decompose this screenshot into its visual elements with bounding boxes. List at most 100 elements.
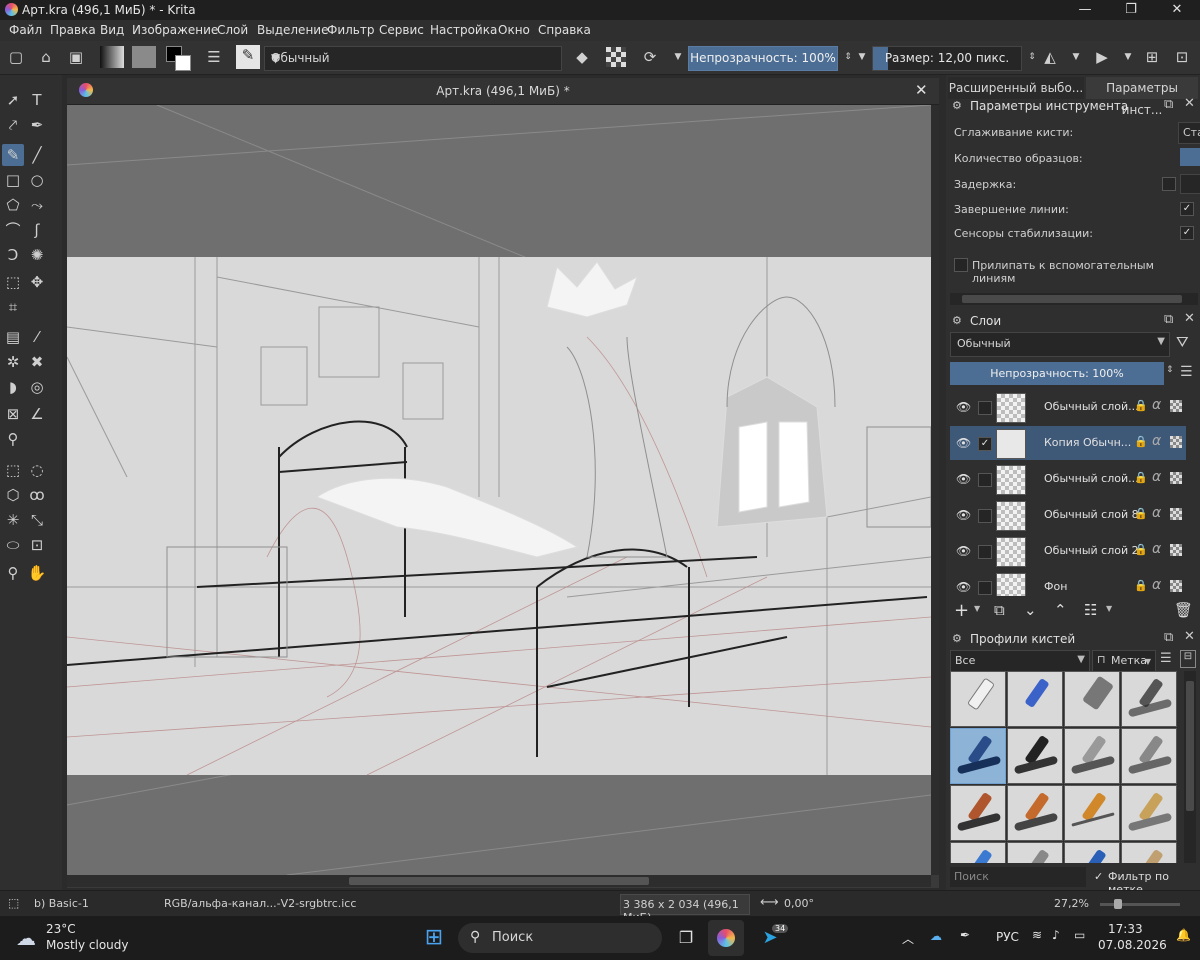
finish-line-checkbox[interactable]: ✓	[1180, 202, 1194, 216]
gradient-preset-icon[interactable]	[100, 46, 124, 68]
freehand-path-icon[interactable]: ʃ	[26, 219, 48, 241]
menu-settings[interactable]: Настройка	[430, 23, 497, 37]
battery-icon[interactable]: ▭	[1074, 928, 1085, 942]
chevron-down-icon[interactable]: ▼	[974, 604, 980, 613]
layer-checkbox[interactable]	[978, 545, 992, 559]
float-panel-icon[interactable]: ⧉	[1164, 312, 1173, 327]
menu-tools[interactable]: Сервис	[379, 23, 424, 37]
menu-window[interactable]: Окно	[498, 23, 530, 37]
zoom-slider-thumb[interactable]	[1114, 899, 1122, 909]
eraser-icon[interactable]: ◆	[572, 47, 592, 67]
delay-checkbox[interactable]	[1162, 177, 1176, 191]
menu-help[interactable]: Справка	[538, 23, 591, 37]
volume-icon[interactable]: ♪	[1052, 928, 1060, 942]
blend-mode-select[interactable]: Обычный ▼	[264, 46, 562, 71]
brush-preset-brush[interactable]	[1007, 785, 1063, 841]
brush-settings-icon[interactable]: ☰	[204, 47, 224, 67]
alpha-icon[interactable]: α	[1152, 469, 1161, 485]
lock-icon[interactable]: 🔒	[1134, 507, 1148, 520]
contiguous-select-icon[interactable]: ✳	[2, 509, 24, 531]
maximize-button[interactable]: ❐	[1108, 0, 1154, 20]
measure-tool-icon[interactable]: ∠	[26, 403, 48, 425]
tab-tool-options[interactable]: Параметры инст...	[1086, 77, 1198, 117]
visibility-eye-icon[interactable]: 👁	[956, 472, 971, 486]
alpha-lock-icon[interactable]	[1170, 436, 1182, 448]
crop-tool-icon[interactable]: ⌗	[2, 296, 24, 318]
clock-time[interactable]: 17:33	[1108, 922, 1143, 936]
brush-tag-select[interactable]: ⊓ Метка ▼	[1092, 650, 1156, 672]
pattern-preset-icon[interactable]	[132, 46, 156, 68]
zoom-slider[interactable]	[1100, 899, 1180, 909]
horizontal-scrollbar[interactable]	[67, 875, 931, 887]
alpha-icon[interactable]: α	[1152, 505, 1161, 521]
visibility-eye-icon[interactable]: 👁	[956, 580, 971, 594]
layer-opacity-spin-icon[interactable]: ⇕	[1166, 365, 1174, 375]
alpha-lock-icon[interactable]	[1170, 472, 1182, 484]
float-panel-icon[interactable]: ⧉	[1164, 97, 1173, 112]
fill-tool-icon[interactable]: ◗	[2, 376, 24, 398]
gradient-tool-icon[interactable]: ▤	[2, 326, 24, 348]
freehand-select-icon[interactable]: ꝏ	[26, 484, 48, 506]
menu-edit[interactable]: Правка	[50, 23, 96, 37]
weather-temp[interactable]: 23°C	[46, 922, 76, 936]
stabilizer-select[interactable]: Ста	[1178, 122, 1200, 144]
enclose-fill-icon[interactable]: ◎	[26, 376, 48, 398]
brush-preset-blur[interactable]	[1007, 671, 1063, 727]
size-spin-icon[interactable]: ⇕	[1022, 47, 1042, 67]
visibility-eye-icon[interactable]: 👁	[956, 400, 971, 414]
layer-blend-select[interactable]: Обычный ▼	[950, 332, 1170, 357]
visibility-eye-icon[interactable]: 👁	[956, 544, 971, 558]
open-folder-icon[interactable]: ⌂	[36, 47, 56, 67]
alpha-lock-icon[interactable]	[1170, 544, 1182, 556]
view-menu-icon[interactable]: ☰	[1160, 651, 1172, 666]
brush-preset-marker[interactable]	[1007, 728, 1063, 784]
menu-filter[interactable]: Фильтр	[327, 23, 374, 37]
layer-row[interactable]: 👁 Обычный слой 2 🔒 α	[950, 534, 1186, 568]
brush-preset-wood[interactable]	[1121, 842, 1177, 863]
layer-row[interactable]: 👁 Обычный слой... 🔒 α	[950, 390, 1186, 424]
delay-input[interactable]	[1180, 174, 1200, 194]
new-document-icon[interactable]: ▢	[6, 47, 26, 67]
lock-icon[interactable]: 🔒	[1134, 399, 1148, 412]
layer-checkbox[interactable]: ✓	[978, 437, 992, 451]
alpha-icon[interactable]: α	[1152, 433, 1161, 449]
layer-row[interactable]: 👁 Обычный слой 8 🔒 α	[950, 498, 1186, 532]
save-icon[interactable]: ▣	[66, 47, 86, 67]
taskbar-search[interactable]: ⚲ Поиск	[458, 923, 662, 953]
chevron-down-icon[interactable]: ▼	[1066, 47, 1086, 67]
edit-shapes-icon[interactable]: ⤤	[2, 114, 24, 136]
language-indicator[interactable]: РУС	[996, 930, 1019, 944]
alpha-icon[interactable]: α	[1152, 577, 1161, 593]
close-panel-icon[interactable]: ✕	[1184, 311, 1195, 326]
mirror-vertical-icon[interactable]: ▶	[1092, 47, 1112, 67]
notification-bell-icon[interactable]: 🔔	[1176, 928, 1191, 942]
alpha-icon[interactable]: α	[1152, 541, 1161, 557]
weather-desc[interactable]: Mostly cloudy	[46, 938, 129, 952]
layer-checkbox[interactable]	[978, 401, 992, 415]
chevron-down-icon[interactable]: ▼	[668, 47, 688, 67]
brush-preset-pencil[interactable]	[1064, 728, 1120, 784]
wifi-icon[interactable]: ≋	[1032, 928, 1042, 942]
magnetic-select-icon[interactable]: ⊡	[26, 534, 48, 556]
wrap-around-icon[interactable]: ⊞	[1142, 47, 1162, 67]
brush-preset-stamp[interactable]	[1007, 842, 1063, 863]
layer-checkbox[interactable]	[978, 473, 992, 487]
close-document-icon[interactable]: ✕	[915, 81, 928, 99]
opacity-slider[interactable]: Непрозрачность: 100%	[688, 46, 838, 71]
close-window-button[interactable]: ✕	[1154, 0, 1200, 20]
panel-settings-icon[interactable]: ⚙	[952, 99, 962, 112]
menu-view[interactable]: Вид	[100, 23, 124, 37]
snap-assistants-checkbox[interactable]	[954, 258, 968, 272]
pan-tool-icon[interactable]: ✋	[26, 562, 48, 584]
brush-grid-scrollbar[interactable]	[1184, 671, 1196, 863]
ellipse-tool-icon[interactable]: ○	[26, 169, 48, 191]
krita-taskbar-button[interactable]	[708, 920, 744, 956]
alpha-lock-icon[interactable]	[606, 47, 626, 67]
stabilize-sensors-checkbox[interactable]: ✓	[1180, 226, 1194, 240]
delete-layer-icon[interactable]: 🗑	[1174, 601, 1193, 619]
zoom-value[interactable]: 27,2%	[1054, 897, 1089, 910]
move-layer-down-icon[interactable]: ⌄	[1024, 601, 1037, 619]
layer-row[interactable]: 👁 Обычный слой... 🔒 α	[950, 462, 1186, 496]
close-panel-icon[interactable]: ✕	[1184, 96, 1195, 111]
color-picker-icon[interactable]: ⁄	[26, 326, 48, 348]
